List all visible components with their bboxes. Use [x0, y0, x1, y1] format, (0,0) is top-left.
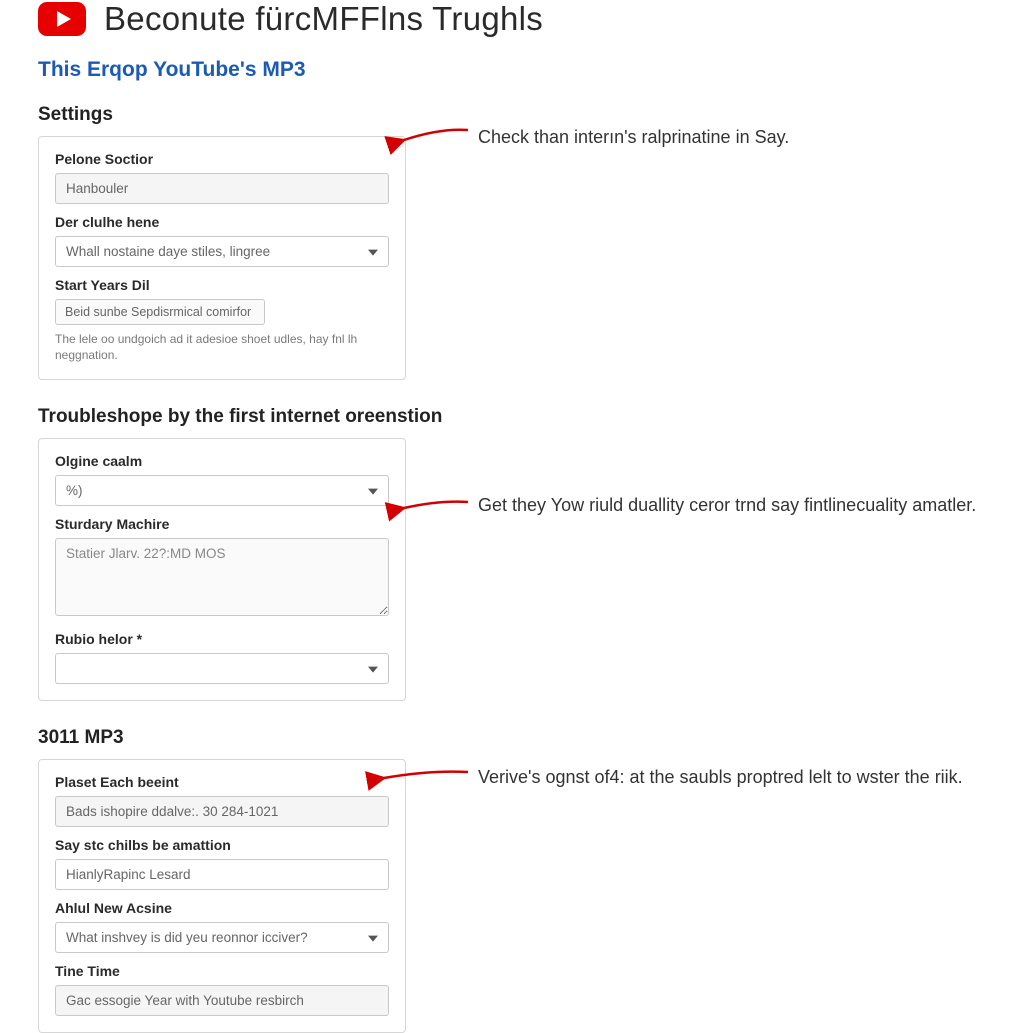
subtitle-link[interactable]: This Erqop YouTube's MP3 [38, 58, 1024, 82]
arrow-icon [380, 766, 450, 790]
field-label: Rubio helor * [55, 631, 389, 647]
plaset-each-input[interactable] [55, 796, 389, 827]
content-area: Settings Pelone Soctior Der clulhe hene … [38, 104, 1024, 1033]
ahlul-new-select[interactable] [55, 922, 389, 953]
start-years-input[interactable] [55, 299, 265, 325]
section-heading-settings: Settings [38, 104, 1024, 126]
arrow-icon [400, 126, 470, 150]
panel-settings: Pelone Soctior Der clulhe hene Start Yea… [38, 136, 406, 380]
section-heading-3011: 3011 MP3 [38, 727, 1024, 749]
section-heading-troubleshope: Troubleshope by the first internet oreen… [38, 406, 1024, 428]
annotation-1: Check than interın's ralprinatine in Say… [478, 124, 1018, 150]
pelone-soctior-input[interactable] [55, 173, 389, 204]
helper-text: The lele oo undgoich ad it adesioe shoet… [55, 331, 389, 363]
rubio-helor-select[interactable] [55, 653, 389, 684]
annotation-text: Verive's ognst of4: at the saubls proptr… [478, 764, 963, 790]
olgine-caalm-select[interactable] [55, 475, 389, 506]
annotation-2: Get they Yow riuld duallity ceror trnd s… [478, 492, 1018, 518]
field-label: Tine Time [55, 963, 389, 979]
panel-troubleshope: Olgine caalm Sturdary Machire Rubio helo… [38, 438, 406, 701]
annotation-text: Get they Yow riuld duallity ceror trnd s… [478, 492, 976, 518]
field-label: Der clulhe hene [55, 214, 389, 230]
field-label: Say stc chilbs be amattion [55, 837, 389, 853]
panel-3011: Plaset Each beeint Say stc chilbs be ama… [38, 759, 406, 1033]
annotation-3: Verive's ognst of4: at the saubls proptr… [478, 764, 1018, 790]
annotation-text: Check than interın's ralprinatine in Say… [478, 124, 789, 150]
field-label: Plaset Each beeint [55, 774, 389, 790]
say-stc-input[interactable] [55, 859, 389, 890]
field-label: Olgine caalm [55, 453, 389, 469]
field-label: Start Years Dil [55, 277, 389, 293]
field-label: Pelone Soctior [55, 151, 389, 167]
sturdary-machire-textarea[interactable] [55, 538, 389, 616]
page-title: Beconute fürcMFFlns Trughls [104, 0, 543, 38]
field-label: Ahlul New Acsine [55, 900, 389, 916]
youtube-icon [38, 2, 86, 36]
tine-time-input[interactable] [55, 985, 389, 1016]
field-label: Sturdary Machire [55, 516, 389, 532]
der-clulhe-select[interactable] [55, 236, 389, 267]
arrow-icon [400, 496, 470, 520]
